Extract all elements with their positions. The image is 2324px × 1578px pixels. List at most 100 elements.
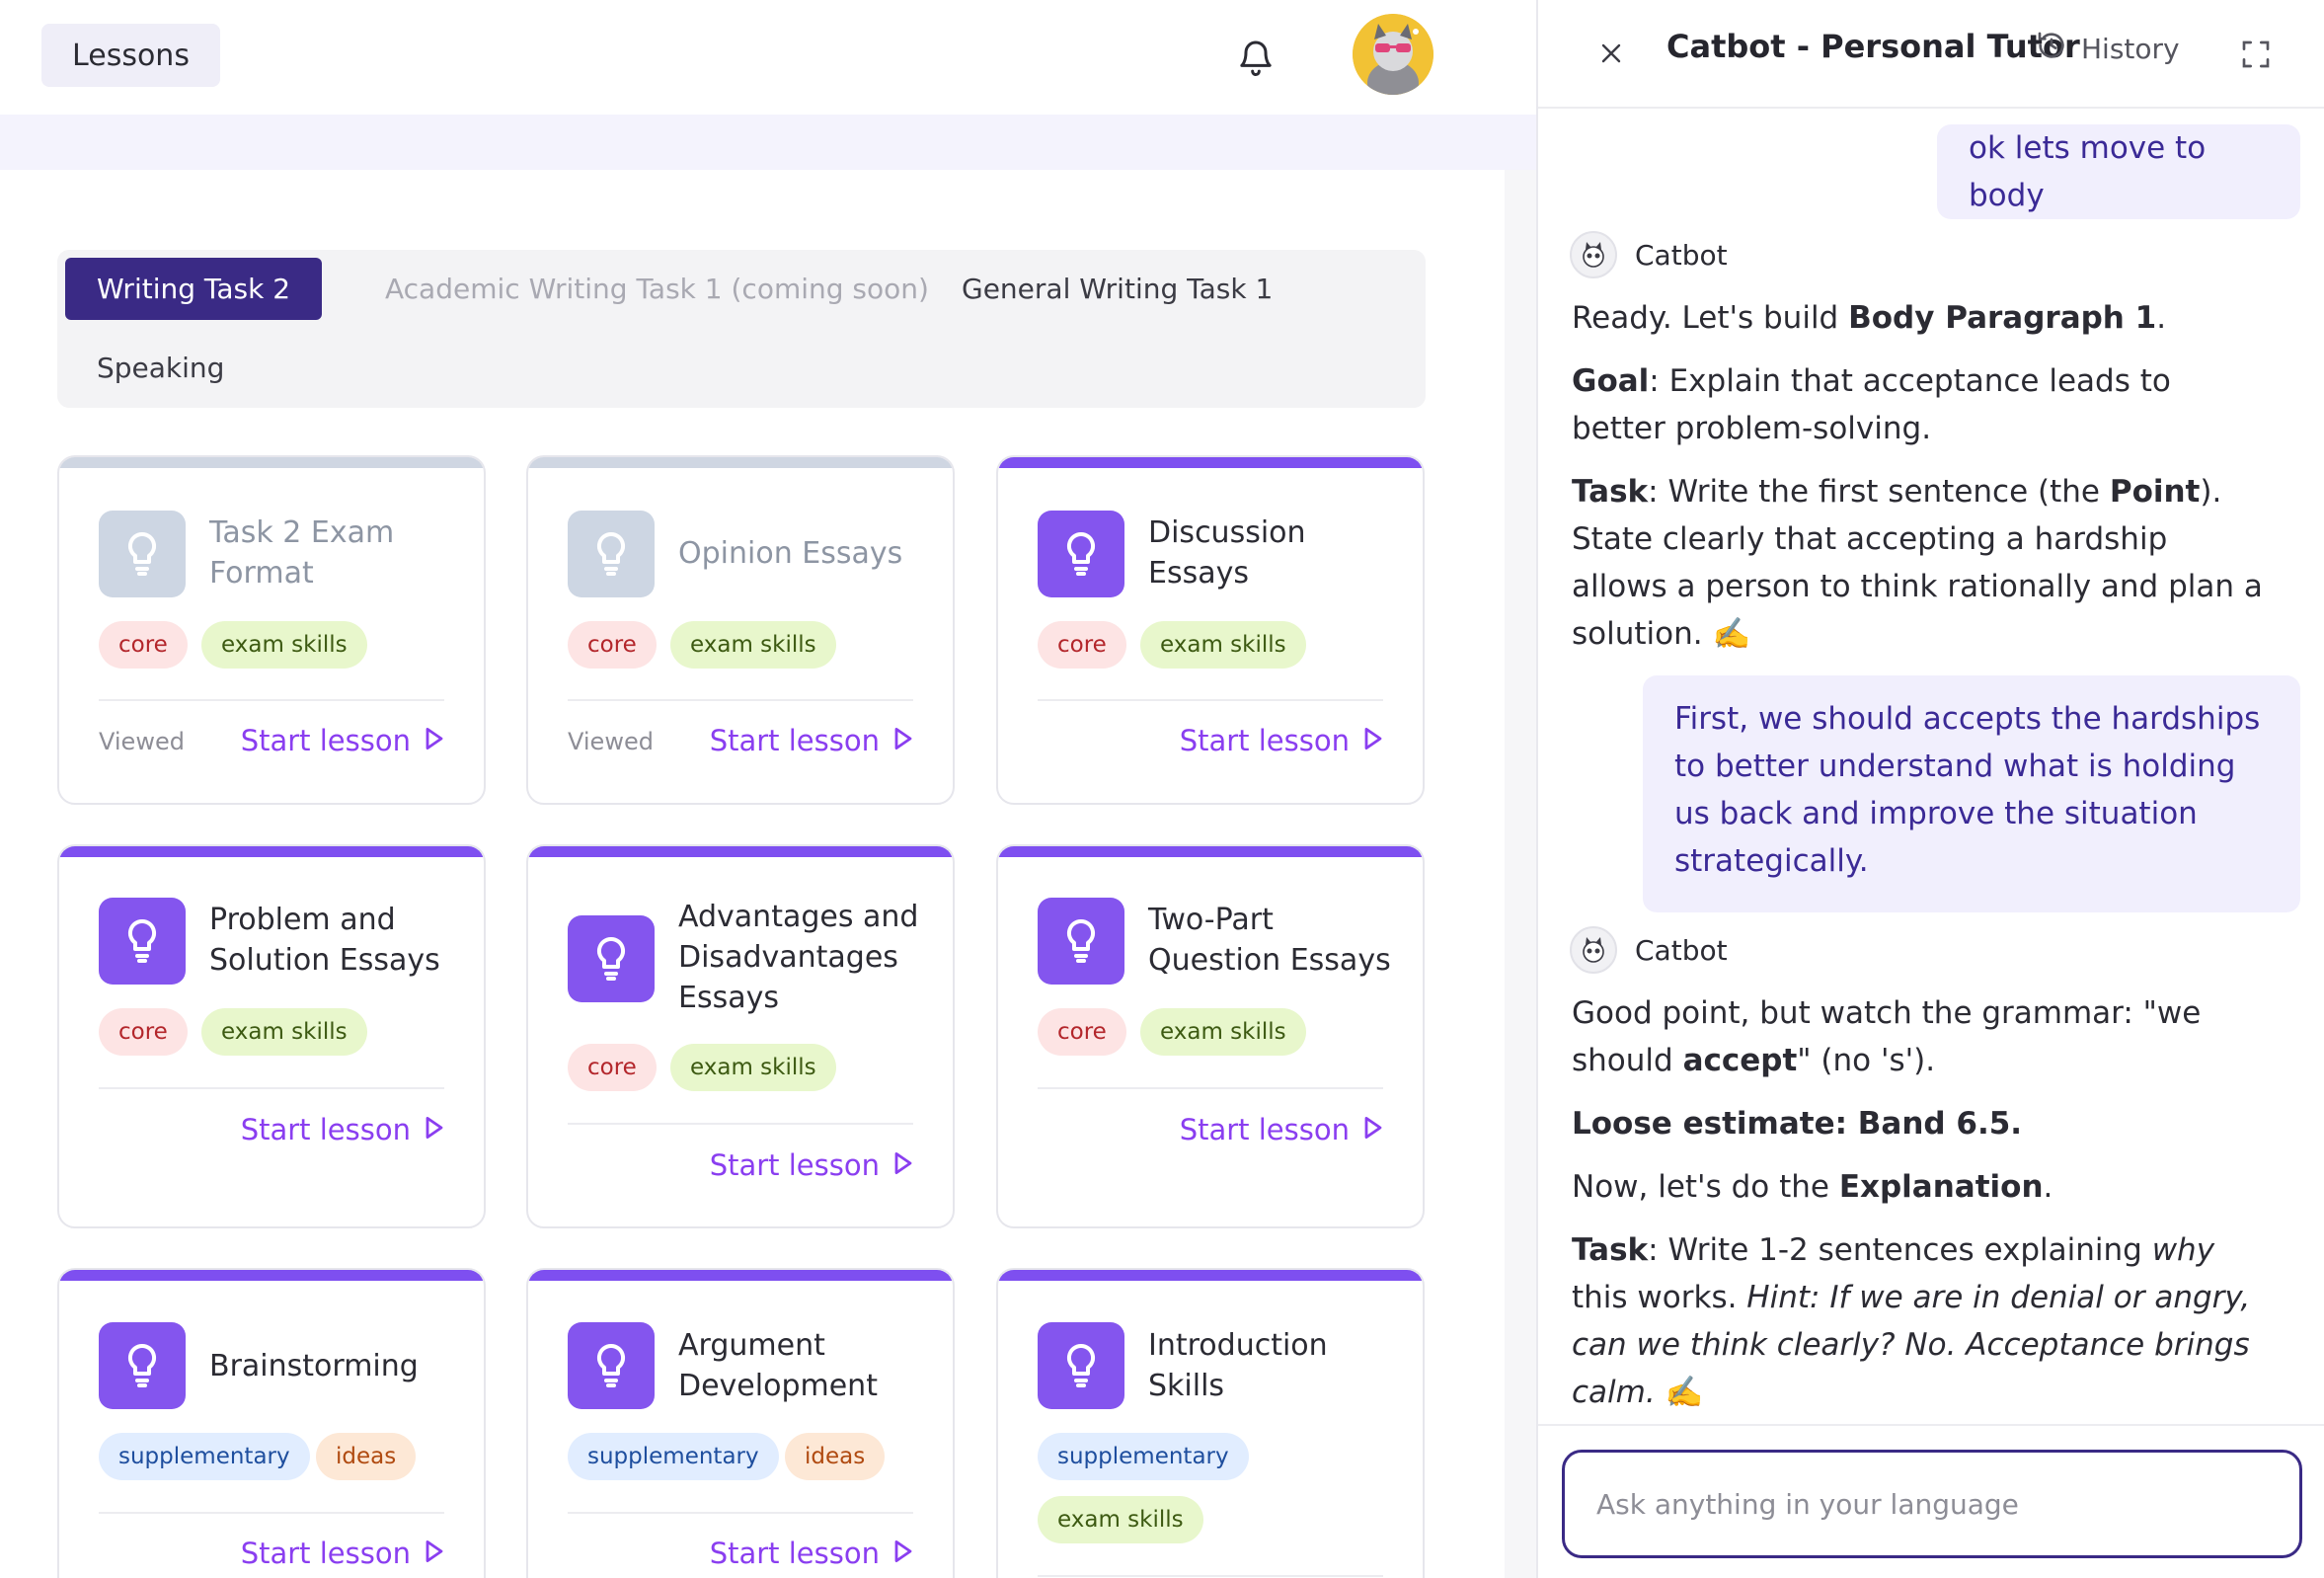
tag-supplementary: supplementary [1038, 1433, 1249, 1480]
card-accent-bar [528, 846, 953, 857]
tag-core: core [1038, 621, 1126, 669]
history-button[interactable]: History [2036, 30, 2180, 68]
lesson-card-task-2-exam-format[interactable]: Task 2 Exam Format core exam skills View… [57, 455, 486, 805]
start-lesson-label: Start lesson [709, 1537, 880, 1570]
tutor-chat-panel: Catbot - Personal Tutor History ok lets … [1536, 0, 2324, 1578]
chat-input[interactable] [1562, 1450, 2302, 1558]
start-lesson-button[interactable]: Start lesson [241, 1113, 444, 1146]
lesson-card-advantages-disadvantages-essays[interactable]: Advantages and Disadvantages Essays core… [526, 844, 955, 1228]
chat-input-area [1538, 1424, 2324, 1578]
notification-bell-icon[interactable] [1228, 30, 1283, 85]
bot-message: Ready. Let's build Body Paragraph 1. Goa… [1572, 300, 2263, 652]
lightbulb-icon [99, 898, 186, 985]
card-accent-bar [59, 1270, 484, 1281]
card-title: Brainstorming [209, 1349, 419, 1383]
start-lesson-label: Start lesson [240, 1537, 411, 1570]
lightbulb-icon [99, 511, 186, 597]
close-icon[interactable] [1591, 34, 1631, 73]
lesson-card-argument-development[interactable]: Argument Development supplementary ideas… [526, 1268, 955, 1578]
start-lesson-label: Start lesson [240, 724, 411, 757]
card-divider [99, 1512, 444, 1514]
lightbulb-icon [1038, 511, 1124, 597]
start-lesson-button[interactable]: Start lesson [241, 724, 444, 757]
start-lesson-label: Start lesson [240, 1113, 411, 1146]
start-lesson-button[interactable]: Start lesson [1180, 724, 1383, 757]
play-icon [425, 1113, 444, 1146]
play-icon [425, 1537, 444, 1570]
panel-title: Catbot - Personal Tutor [1666, 28, 2080, 65]
history-icon [2036, 30, 2067, 68]
card-accent-bar [998, 1270, 1423, 1281]
viewed-status: Viewed [99, 728, 185, 755]
start-lesson-label: Start lesson [709, 1148, 880, 1182]
lightbulb-icon [99, 1322, 186, 1409]
tag-exam-skills: exam skills [670, 621, 836, 669]
bot-message-header: Catbot [1570, 926, 1728, 974]
bot-name: Catbot [1635, 238, 1728, 272]
start-lesson-button[interactable]: Start lesson [710, 724, 913, 757]
lesson-card-introduction-skills[interactable]: Introduction Skills supplementary exam s… [996, 1268, 1425, 1578]
card-accent-bar [528, 1270, 953, 1281]
start-lesson-label: Start lesson [709, 724, 880, 757]
history-label: History [2081, 33, 2180, 65]
catbot-avatar-icon [1570, 231, 1617, 278]
lesson-card-opinion-essays[interactable]: Opinion Essays core exam skills Viewed S… [526, 455, 955, 805]
card-divider [99, 1087, 444, 1089]
tag-core: core [568, 1044, 657, 1091]
start-lesson-label: Start lesson [1179, 724, 1350, 757]
lightbulb-icon [1038, 1322, 1124, 1409]
tab-academic-writing-task-1: Academic Writing Task 1 (coming soon) [353, 258, 961, 320]
lightbulb-icon [1038, 898, 1124, 985]
tab-general-writing-task-1[interactable]: General Writing Task 1 [930, 258, 1304, 320]
tag-core: core [99, 1008, 188, 1056]
lessons-button[interactable]: Lessons [41, 24, 220, 87]
user-avatar[interactable] [1353, 14, 1433, 95]
lessons-main: Lessons Writing Task 2 Academic Writing … [0, 0, 1536, 1578]
tag-exam-skills: exam skills [201, 1008, 367, 1056]
start-lesson-button[interactable]: Start lesson [710, 1148, 913, 1182]
user-message: First, we should accepts the hardships t… [1643, 675, 2300, 912]
play-icon [893, 1537, 913, 1570]
start-lesson-button[interactable]: Start lesson [241, 1537, 444, 1570]
card-title: Advantages and Disadvantages Essays [678, 900, 919, 1015]
tab-writing-task-2[interactable]: Writing Task 2 [65, 258, 323, 320]
tab-speaking[interactable]: Speaking [65, 337, 256, 399]
card-accent-bar [528, 457, 953, 468]
card-divider [1038, 699, 1383, 701]
chat-messages: ok lets move to body Catbot Ready. Let's… [1538, 111, 2324, 1424]
tag-exam-skills: exam skills [670, 1044, 836, 1091]
user-message: ok lets move to body [1937, 124, 2300, 219]
viewed-status: Viewed [568, 728, 654, 755]
lesson-card-brainstorming[interactable]: Brainstorming supplementary ideas Start … [57, 1268, 486, 1578]
bot-name: Catbot [1635, 933, 1728, 967]
card-divider [568, 1123, 913, 1125]
start-lesson-button[interactable]: Start lesson [710, 1537, 913, 1570]
sub-header-band [0, 115, 1536, 170]
card-divider [1038, 1575, 1383, 1577]
panel-header: Catbot - Personal Tutor History [1538, 0, 2324, 109]
start-lesson-button[interactable]: Start lesson [1180, 1113, 1383, 1146]
card-title: Opinion Essays [678, 536, 903, 571]
card-accent-bar [59, 457, 484, 468]
scroll-track [1505, 170, 1536, 1578]
card-accent-bar [998, 457, 1423, 468]
lesson-category-tabs: Writing Task 2 Academic Writing Task 1 (… [57, 250, 1426, 408]
tag-exam-skills: exam skills [201, 621, 367, 669]
bot-message-header: Catbot [1570, 231, 1728, 278]
lesson-card-discussion-essays[interactable]: Discussion Essays core exam skills Start… [996, 455, 1425, 805]
card-accent-bar [59, 846, 484, 857]
expand-icon[interactable] [2235, 34, 2277, 75]
card-divider [99, 699, 444, 701]
tag-supplementary: supplementary [568, 1433, 779, 1480]
card-title: Discussion Essays [1148, 515, 1306, 591]
card-divider [568, 1512, 913, 1514]
play-icon [1363, 1113, 1383, 1146]
tag-core: core [1038, 1008, 1126, 1056]
lesson-card-two-part-question-essays[interactable]: Two-Part Question Essays core exam skill… [996, 844, 1425, 1228]
play-icon [893, 1148, 913, 1182]
bot-message: Good point, but watch the grammar: "we s… [1572, 995, 2251, 1410]
lightbulb-icon [568, 915, 655, 1002]
lightbulb-icon [568, 511, 655, 597]
tag-supplementary: supplementary [99, 1433, 310, 1480]
lesson-card-problem-solution-essays[interactable]: Problem and Solution Essays core exam sk… [57, 844, 486, 1228]
